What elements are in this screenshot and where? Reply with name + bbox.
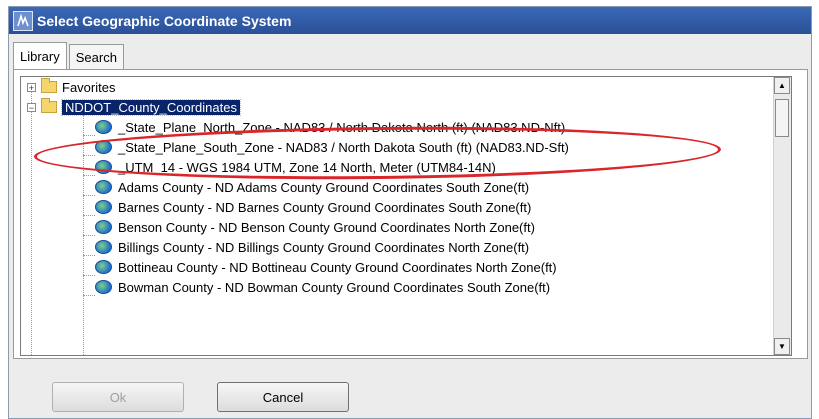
folder-icon: [41, 78, 57, 93]
folder-icon: [41, 98, 57, 113]
scroll-down-icon[interactable]: ▼: [774, 338, 790, 355]
title-bar[interactable]: Select Geographic Coordinate System: [9, 7, 811, 34]
app-icon: [13, 10, 33, 31]
expand-icon[interactable]: +: [27, 82, 36, 92]
tree-item-label: _State_Plane_South_Zone - NAD83 / North …: [118, 139, 569, 155]
globe-icon: [95, 240, 112, 254]
tab-library[interactable]: Library: [13, 42, 67, 69]
globe-icon: [95, 280, 112, 294]
scroll-thumb[interactable]: [775, 99, 789, 137]
tree-node-nddot-county-coordinates[interactable]: − NDDOT_County_Coordinates: [27, 97, 241, 117]
tree-node-label: Favorites: [62, 79, 116, 95]
scroll-up-icon[interactable]: ▲: [774, 77, 790, 94]
globe-icon: [95, 140, 112, 154]
tree-item[interactable]: Billings County - ND Billings County Gro…: [95, 237, 529, 257]
tree-item[interactable]: Bottineau County - ND Bottineau County G…: [95, 257, 557, 277]
tree-item-label: Billings County - ND Billings County Gro…: [118, 239, 530, 255]
tree-item[interactable]: Adams County - ND Adams County Ground Co…: [95, 177, 529, 197]
globe-icon: [95, 260, 112, 274]
tree-item-label: Benson County - ND Benson County Ground …: [118, 219, 535, 235]
vertical-scrollbar[interactable]: ▲ ▼: [773, 77, 791, 355]
tree-node-label: NDDOT_County_Coordinates: [61, 98, 241, 116]
globe-icon: [95, 120, 112, 134]
tree-item[interactable]: _State_Plane_North_Zone - NAD83 / North …: [95, 117, 565, 137]
tree-item-label: Bottineau County - ND Bottineau County G…: [118, 259, 557, 275]
dialog-window: Select Geographic Coordinate System Libr…: [8, 6, 812, 419]
tree-item-label: Bowman County - ND Bowman County Ground …: [118, 279, 551, 295]
globe-icon: [95, 160, 112, 174]
tab-search[interactable]: Search: [68, 44, 124, 69]
tree-item[interactable]: Bowman County - ND Bowman County Ground …: [95, 277, 550, 297]
tree-item[interactable]: _State_Plane_South_Zone - NAD83 / North …: [95, 137, 569, 157]
tab-strip: Library Search: [13, 42, 126, 69]
tree-item[interactable]: Barnes County - ND Barnes County Ground …: [95, 197, 531, 217]
ok-button[interactable]: Ok: [52, 382, 184, 412]
window-title: Select Geographic Coordinate System: [37, 12, 292, 29]
tree-item[interactable]: _UTM_14 - WGS 1984 UTM, Zone 14 North, M…: [95, 157, 496, 177]
coordinate-system-tree[interactable]: + Favorites − NDDOT_County_Coordinates _…: [20, 76, 792, 356]
tree-item-label: _State_Plane_North_Zone - NAD83 / North …: [118, 119, 566, 135]
globe-icon: [95, 180, 112, 194]
tree-item[interactable]: Benson County - ND Benson County Ground …: [95, 217, 535, 237]
tree-item-label: Barnes County - ND Barnes County Ground …: [118, 199, 532, 215]
library-panel: + Favorites − NDDOT_County_Coordinates _…: [13, 69, 808, 359]
tree-node-favorites[interactable]: + Favorites: [27, 77, 115, 97]
globe-icon: [95, 220, 112, 234]
tree-item-label: Adams County - ND Adams County Ground Co…: [118, 179, 530, 195]
collapse-icon[interactable]: −: [27, 102, 36, 112]
cancel-button[interactable]: Cancel: [217, 382, 349, 412]
globe-icon: [95, 200, 112, 214]
tree-item-label: _UTM_14 - WGS 1984 UTM, Zone 14 North, M…: [118, 159, 496, 175]
